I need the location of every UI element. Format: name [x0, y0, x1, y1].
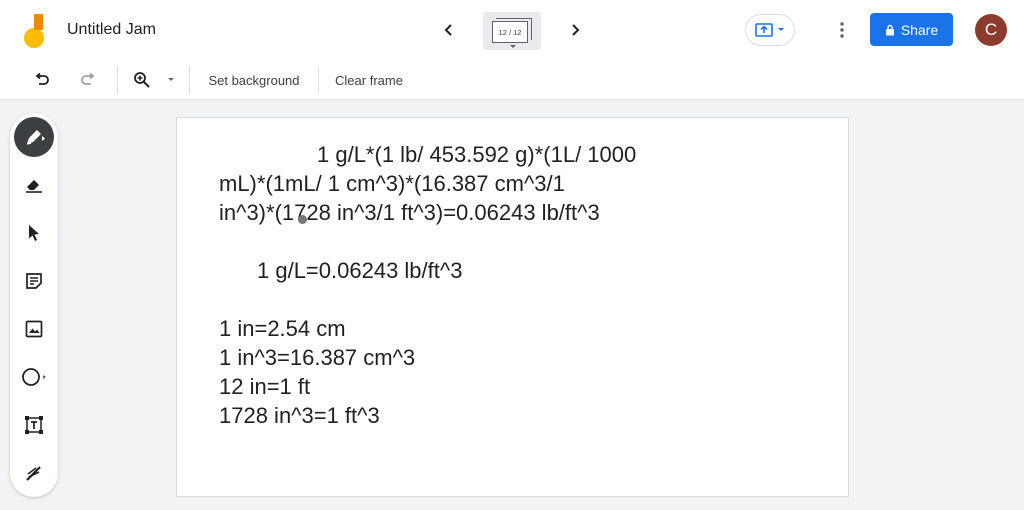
clear-frame-button[interactable]: Clear frame — [328, 66, 410, 94]
user-avatar[interactable]: C — [975, 14, 1007, 46]
image-tool-button[interactable] — [14, 309, 54, 349]
edit-toolbar: Set background Clear frame — [0, 60, 1024, 100]
document-title[interactable]: Untitled Jam — [67, 21, 156, 39]
frame-indicator: 12 / 12 — [492, 21, 528, 43]
eraser-tool-button[interactable] — [14, 165, 54, 205]
pointer-dot — [298, 215, 307, 224]
canvas-text-line: 12 in=1 ft — [219, 374, 311, 399]
pen-tool-button[interactable] — [14, 117, 54, 157]
present-button[interactable] — [745, 14, 795, 46]
shape-tool-button[interactable] — [14, 357, 54, 397]
undo-icon — [35, 73, 49, 85]
chevron-left-icon — [444, 24, 452, 36]
top-bar: Untitled Jam 12 / 12 Share C — [0, 0, 1024, 60]
jamboard-logo — [24, 14, 44, 48]
eraser-icon — [26, 180, 42, 193]
laser-tool-button[interactable] — [14, 453, 54, 493]
next-frame-button[interactable] — [561, 16, 589, 44]
sticky-note-tool-button[interactable] — [14, 261, 54, 301]
zoom-button[interactable] — [130, 66, 154, 94]
chevron-right-icon — [572, 24, 580, 36]
toolbar-divider — [117, 66, 118, 94]
canvas-text-line: 1 in^3=16.387 cm^3 — [219, 345, 416, 370]
frame-bar-toggle[interactable]: 12 / 12 — [483, 12, 541, 50]
dropdown-arrow-icon — [778, 28, 784, 31]
redo-icon — [81, 73, 95, 85]
more-options-button[interactable] — [832, 18, 852, 42]
more-vert-icon — [840, 22, 844, 38]
canvas-text-line: mL)*(1mL/ 1 cm^3)*(16.387 cm^3/1 — [219, 171, 565, 196]
zoom-in-icon — [134, 72, 150, 88]
undo-button[interactable] — [30, 66, 54, 94]
canvas-text-line: 1728 in^3=1 ft^3 — [219, 403, 380, 428]
canvas-text-line: in^3)*(1728 in^3/1 ft^3)=0.06243 lb/ft^3 — [219, 200, 600, 225]
toolbar-divider — [189, 66, 190, 94]
sticky-note-icon — [26, 273, 42, 289]
circle-shape-icon — [22, 368, 46, 386]
canvas-text-line: 1 g/L=0.06243 lb/ft^3 — [257, 258, 463, 283]
pen-icon — [26, 130, 45, 145]
cursor-arrow-icon — [29, 225, 39, 241]
image-icon — [25, 320, 43, 338]
tool-sidebar — [10, 113, 58, 497]
lock-icon — [885, 24, 894, 35]
select-tool-button[interactable] — [14, 213, 54, 253]
text-box-tool-button[interactable] — [14, 405, 54, 445]
present-icon — [755, 23, 773, 37]
dropdown-arrow-icon — [168, 78, 174, 81]
jam-canvas-frame[interactable]: 1 g/L*(1 lb/ 453.592 g)*(1L/ 1000 mL)*(1… — [176, 117, 849, 497]
laser-pointer-icon — [26, 466, 41, 481]
share-button[interactable]: Share — [870, 13, 953, 46]
canvas-text-line: 1 in=2.54 cm — [219, 316, 346, 341]
previous-frame-button[interactable] — [435, 16, 463, 44]
redo-button[interactable] — [76, 66, 100, 94]
text-box-icon — [25, 416, 43, 434]
set-background-button[interactable]: Set background — [200, 66, 308, 94]
caret-down-icon — [510, 45, 516, 48]
share-label: Share — [900, 21, 939, 38]
canvas-text-line: 1 g/L*(1 lb/ 453.592 g)*(1L/ 1000 — [317, 142, 637, 167]
toolbar-divider — [318, 66, 319, 94]
zoom-dropdown-button[interactable] — [164, 66, 178, 94]
